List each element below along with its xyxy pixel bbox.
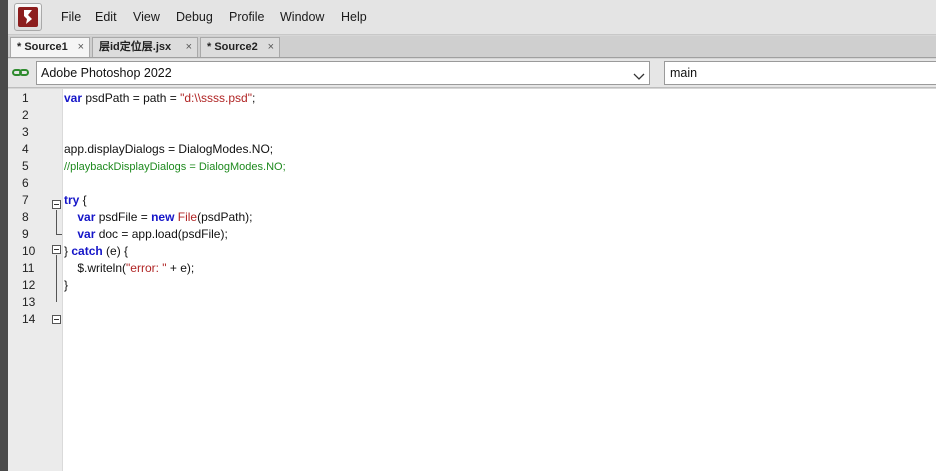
menu-file[interactable]: File (61, 10, 81, 24)
line-number: 3 (22, 125, 29, 139)
fold-guide (56, 210, 57, 234)
code-token: "error: " (126, 261, 167, 275)
line-number-gutter: 1 2 3 4 5 6 7 8 9 10 11 12 13 14 (8, 89, 50, 471)
close-tab-icon[interactable]: × (268, 38, 274, 57)
code-token: psdFile = (95, 210, 152, 224)
fold-toggle-icon[interactable] (52, 200, 61, 209)
menu-profile[interactable]: Profile (229, 10, 264, 24)
code-token: app.displayDialogs = DialogModes.NO; (64, 142, 274, 156)
estk-window: File Edit View Debug Profile Window Help… (0, 0, 936, 471)
tab-label: 层id定位层.jsx (99, 41, 172, 53)
code-token: "d:\\ssss.psd" (180, 91, 252, 105)
close-tab-icon[interactable]: × (186, 38, 192, 57)
code-token: new (151, 210, 175, 224)
code-token: + e); (166, 261, 195, 275)
fold-toggle-icon[interactable] (52, 245, 61, 254)
code-line: try { (64, 192, 87, 209)
function-select[interactable]: main (664, 61, 936, 85)
tab-source1[interactable]: * Source1 × (10, 37, 90, 57)
code-token: { (79, 193, 87, 207)
fold-margin (50, 89, 63, 471)
line-number: 7 (22, 193, 29, 207)
line-number: 4 (22, 142, 29, 156)
tab-label: * Source2 (207, 41, 258, 53)
code-token: ; (252, 91, 256, 105)
code-line: } catch (e) { (64, 243, 128, 260)
app-logo-icon[interactable] (14, 3, 42, 31)
link-icon[interactable] (12, 66, 30, 84)
chevron-down-icon[interactable] (633, 67, 645, 89)
code-token: } (64, 278, 69, 292)
line-number: 12 (22, 278, 36, 292)
code-token: //playbackDisplayDialogs = DialogModes.N… (64, 161, 286, 173)
code-token: doc = app.load(psdFile); (95, 227, 228, 241)
function-value: main (670, 66, 698, 80)
code-line: var psdFile = new File(psdPath); (64, 209, 252, 226)
line-number: 13 (22, 295, 36, 309)
code-token: (e) { (102, 244, 129, 258)
code-token: psdPath = path = (82, 91, 181, 105)
tab-label: * Source1 (17, 41, 68, 53)
line-number: 9 (22, 227, 29, 241)
menu-debug[interactable]: Debug (176, 10, 213, 24)
code-token: var (77, 210, 96, 224)
line-number: 2 (22, 108, 29, 122)
tab-source2[interactable]: * Source2 × (200, 37, 280, 57)
code-token: $.writeln( (64, 261, 127, 275)
code-token: var (77, 227, 96, 241)
code-token: var (64, 91, 83, 105)
code-line: } (64, 277, 68, 294)
line-number: 8 (22, 210, 29, 224)
target-toolbar: Adobe Photoshop 2022 main (8, 59, 936, 88)
target-application-value: Adobe Photoshop 2022 (41, 66, 172, 80)
code-token: try (64, 193, 80, 207)
line-number: 14 (22, 312, 36, 326)
code-editor[interactable]: 1 2 3 4 5 6 7 8 9 10 11 12 13 14 var psdPath = path =… (8, 89, 936, 471)
code-line: var doc = app.load(psdFile); (64, 226, 228, 243)
close-tab-icon[interactable]: × (78, 38, 84, 57)
code-line: //playbackDisplayDialogs = DialogModes.N… (64, 158, 286, 176)
document-tab-bar: * Source1 × 层id定位层.jsx × * Source2 × (8, 36, 936, 58)
line-number: 6 (22, 176, 29, 190)
fold-guide (56, 234, 62, 235)
line-number: 11 (22, 261, 35, 275)
tab-layer-id-jsx[interactable]: 层id定位层.jsx × (92, 37, 198, 57)
menu-window[interactable]: Window (280, 10, 324, 24)
code-token: (psdPath); (197, 210, 253, 224)
code-text-area[interactable]: var psdPath = path = "d:\\ssss.psd"; app.… (64, 89, 936, 471)
line-number: 10 (22, 244, 36, 258)
target-application-select[interactable]: Adobe Photoshop 2022 (36, 61, 650, 85)
left-panel-edge (0, 0, 8, 471)
fold-toggle-icon[interactable] (52, 315, 61, 324)
menu-bar: File Edit View Debug Profile Window Help (8, 0, 936, 35)
fold-guide (56, 255, 57, 302)
code-line: app.displayDialogs = DialogModes.NO; (64, 141, 273, 158)
line-number: 1 (22, 91, 29, 105)
code-line: var psdPath = path = "d:\\ssss.psd"; (64, 90, 255, 107)
line-number: 5 (22, 159, 29, 173)
code-line: $.writeln("error: " + e); (64, 260, 194, 277)
menu-help[interactable]: Help (341, 10, 367, 24)
menu-edit[interactable]: Edit (95, 10, 117, 24)
menu-view[interactable]: View (133, 10, 160, 24)
code-token: catch (71, 244, 103, 258)
code-token: File (177, 210, 198, 224)
